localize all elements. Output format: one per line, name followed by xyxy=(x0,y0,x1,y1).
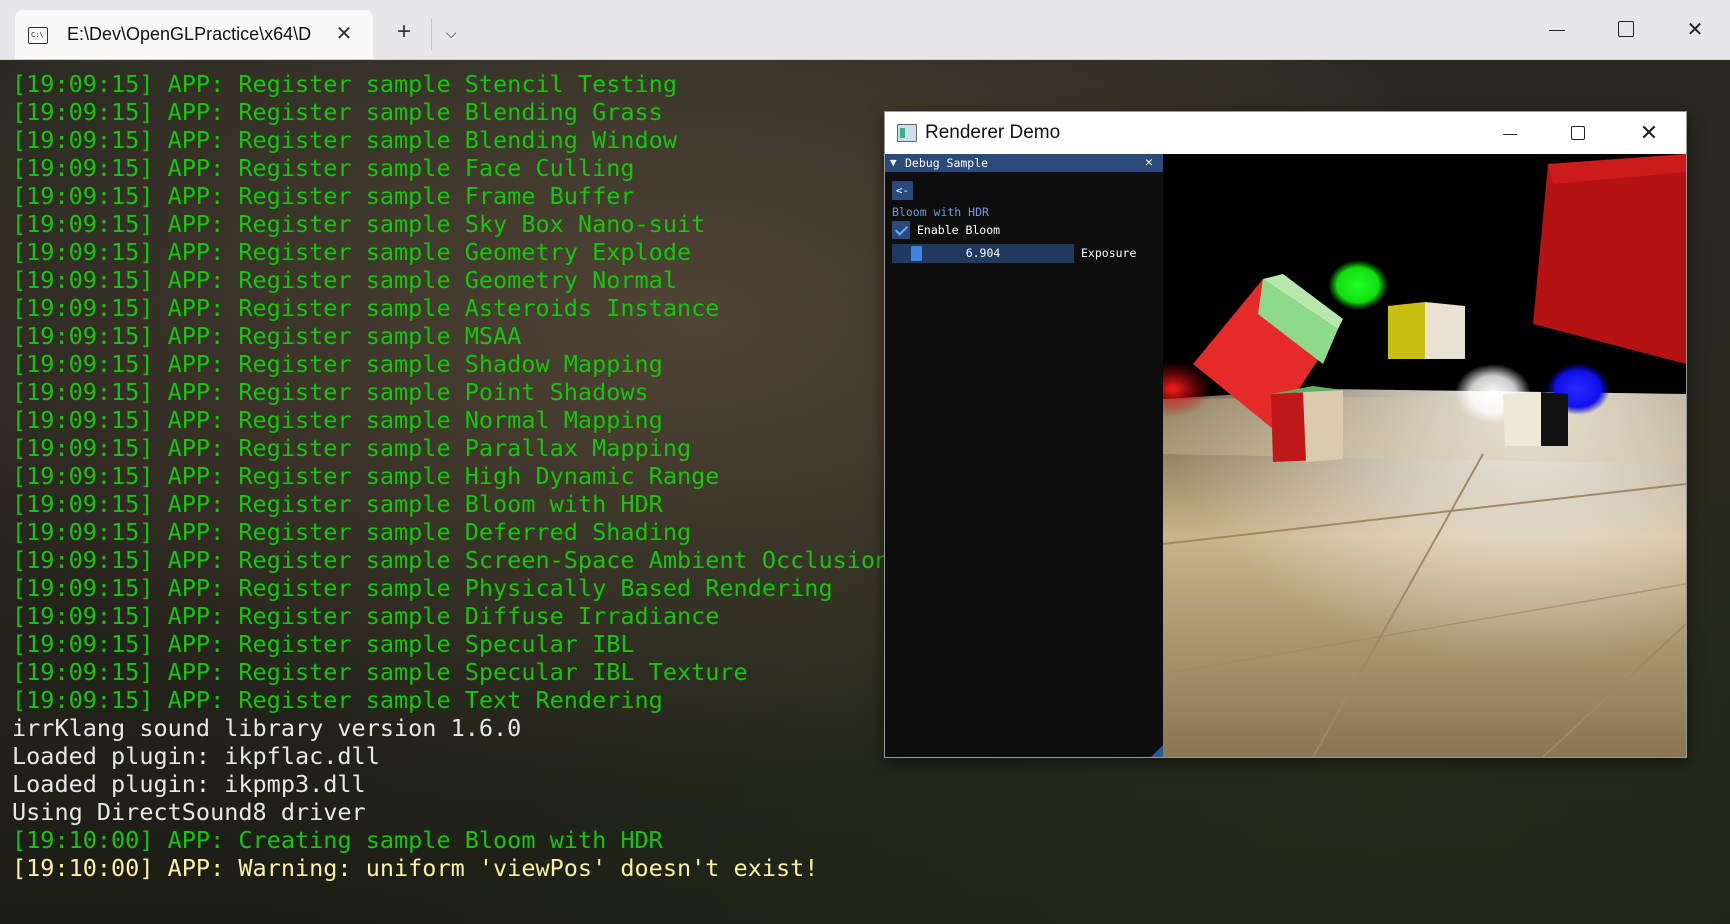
panel-close-icon[interactable]: ✕ xyxy=(1145,154,1153,172)
log-line: [19:09:15] APP: Register sample Specular… xyxy=(12,630,635,658)
log-line: [19:09:15] APP: Register sample Asteroid… xyxy=(12,294,720,322)
scene-image xyxy=(1163,154,1686,757)
renderer-maximize-button[interactable] xyxy=(1555,118,1601,148)
exposure-label: Exposure xyxy=(1081,246,1137,260)
log-line: [19:09:15] APP: Register sample Screen-S… xyxy=(12,546,890,574)
renderer-title: Renderer Demo xyxy=(925,122,1061,143)
log-line: [19:09:15] APP: Register sample Blending… xyxy=(12,126,677,154)
renderer-titlebar[interactable]: Renderer Demo ✕ xyxy=(885,112,1686,154)
log-line: Loaded plugin: ikpflac.dll xyxy=(12,742,380,770)
log-line: [19:09:15] APP: Register sample Geometry… xyxy=(12,238,692,266)
renderer-minimize-button[interactable] xyxy=(1487,118,1533,148)
log-line: [19:09:15] APP: Register sample Shadow M… xyxy=(12,350,663,378)
debug-panel-title: Debug Sample xyxy=(905,156,989,170)
maximize-button[interactable] xyxy=(1603,12,1649,48)
renderer-window[interactable]: Renderer Demo ✕ ▼ Debug Sample ✕ <- Bloo… xyxy=(884,111,1687,758)
log-line: [19:09:15] APP: Register sample Frame Bu… xyxy=(12,182,635,210)
app-icon xyxy=(897,124,917,142)
close-button[interactable]: ✕ xyxy=(1672,12,1718,48)
log-line: [19:09:15] APP: Register sample Bloom wi… xyxy=(12,490,663,518)
exposure-slider[interactable]: 6.904 xyxy=(892,244,1074,263)
log-line: [19:10:00] APP: Warning: uniform 'viewPo… xyxy=(12,854,819,882)
log-line: [19:09:15] APP: Register sample High Dyn… xyxy=(12,462,720,490)
debug-panel[interactable]: ▼ Debug Sample ✕ <- Bloom with HDR Enabl… xyxy=(885,154,1164,757)
new-tab-button[interactable]: + xyxy=(392,20,416,44)
log-line: [19:10:00] APP: Creating sample Bloom wi… xyxy=(12,826,663,854)
chevron-down-icon[interactable]: ⌵ xyxy=(440,22,462,44)
log-line: [19:09:15] APP: Register sample Geometry… xyxy=(12,266,677,294)
enable-bloom-checkbox[interactable] xyxy=(892,221,910,239)
log-line: [19:09:15] APP: Register sample Parallax… xyxy=(12,434,692,462)
log-line: [19:09:15] APP: Register sample Deferred… xyxy=(12,518,692,546)
resize-grip[interactable] xyxy=(1151,745,1163,757)
sample-name: Bloom with HDR xyxy=(892,205,989,219)
log-line: [19:09:15] APP: Register sample Normal M… xyxy=(12,406,663,434)
renderer-viewport[interactable]: ▼ Debug Sample ✕ <- Bloom with HDR Enabl… xyxy=(885,154,1686,757)
renderer-close-button[interactable]: ✕ xyxy=(1626,118,1672,148)
back-button[interactable]: <- xyxy=(892,181,913,200)
enable-bloom-label: Enable Bloom xyxy=(917,223,1001,237)
log-line: [19:09:15] APP: Register sample Point Sh… xyxy=(12,378,649,406)
log-line: [19:09:15] APP: Register sample Specular… xyxy=(12,658,748,686)
log-line: [19:09:15] APP: Register sample Physical… xyxy=(12,574,833,602)
terminal-tab[interactable]: C:\ E:\Dev\OpenGLPractice\x64\D ✕ xyxy=(15,10,373,59)
log-line: [19:09:15] APP: Register sample Diffuse … xyxy=(12,602,720,630)
log-list: [19:09:15] APP: Register sample Stencil … xyxy=(12,70,889,882)
log-line: [19:09:15] APP: Register sample Face Cul… xyxy=(12,154,635,182)
debug-panel-header[interactable]: ▼ Debug Sample ✕ xyxy=(885,154,1163,172)
terminal-titlebar: C:\ E:\Dev\OpenGLPractice\x64\D ✕ + ⌵ ✕ xyxy=(0,0,1730,60)
log-line: [19:09:15] APP: Register sample Stencil … xyxy=(12,70,677,98)
exposure-value: 6.904 xyxy=(965,246,1001,260)
console-icon: C:\ xyxy=(28,27,48,44)
minimize-button[interactable] xyxy=(1534,12,1580,48)
log-line: [19:09:15] APP: Register sample MSAA xyxy=(12,322,522,350)
close-icon: ✕ xyxy=(1639,120,1659,145)
maximize-icon xyxy=(1618,21,1634,38)
close-icon: ✕ xyxy=(1686,19,1704,41)
log-line: Loaded plugin: ikpmp3.dll xyxy=(12,770,366,798)
tab-title: E:\Dev\OpenGLPractice\x64\D xyxy=(67,24,312,44)
minimize-icon xyxy=(1503,133,1517,135)
collapse-arrow-icon[interactable]: ▼ xyxy=(890,155,897,171)
maximize-icon xyxy=(1571,125,1585,140)
log-line: Using DirectSound8 driver xyxy=(12,798,366,826)
minimize-icon xyxy=(1549,29,1565,32)
log-line: [19:09:15] APP: Register sample Blending… xyxy=(12,98,663,126)
tab-close-icon[interactable]: ✕ xyxy=(331,21,357,47)
scene-render[interactable] xyxy=(1163,154,1686,757)
titlebar-separator xyxy=(431,18,432,50)
log-line: irrKlang sound library version 1.6.0 xyxy=(12,714,522,742)
log-line: [19:09:15] APP: Register sample Sky Box … xyxy=(12,210,706,238)
log-line: [19:09:15] APP: Register sample Text Ren… xyxy=(12,686,663,714)
